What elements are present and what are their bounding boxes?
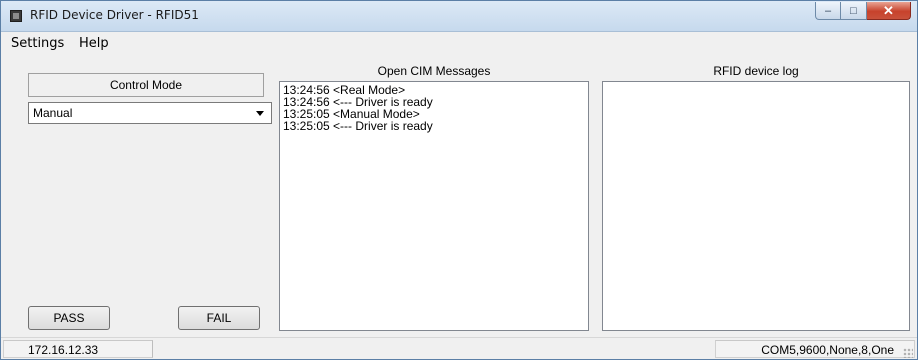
caption-buttons: – □ ✕ xyxy=(815,2,911,22)
cim-messages-list[interactable]: 13:24:56 <Real Mode> 13:24:56 <--- Drive… xyxy=(279,81,589,331)
minimize-button[interactable]: – xyxy=(815,2,841,20)
minimize-icon: – xyxy=(824,4,832,17)
status-bar: 172.16.12.33 COM5,9600,None,8,One xyxy=(1,337,917,359)
maximize-button[interactable]: □ xyxy=(841,2,867,20)
title-bar[interactable]: RFID Device Driver - RFID51 – □ ✕ xyxy=(1,1,917,32)
window-title: RFID Device Driver - RFID51 xyxy=(30,8,199,22)
pass-button[interactable]: PASS xyxy=(28,306,110,330)
app-window: RFID Device Driver - RFID51 – □ ✕ Settin… xyxy=(0,0,918,360)
device-log-title: RFID device log xyxy=(713,64,799,78)
control-mode-select[interactable]: Manual xyxy=(28,102,272,124)
status-port-settings: COM5,9600,None,8,One xyxy=(715,340,915,358)
app-icon[interactable] xyxy=(10,10,22,22)
control-mode-value: Manual xyxy=(33,106,73,120)
cim-messages-lines: 13:24:56 <Real Mode> 13:24:56 <--- Drive… xyxy=(280,82,588,132)
menu-help[interactable]: Help xyxy=(79,36,109,51)
close-icon: ✕ xyxy=(883,2,894,18)
fail-button[interactable]: FAIL xyxy=(178,306,260,330)
menu-settings[interactable]: Settings xyxy=(11,36,64,51)
maximize-icon: □ xyxy=(850,4,857,17)
close-button[interactable]: ✕ xyxy=(867,2,911,20)
chevron-down-icon[interactable] xyxy=(256,111,264,116)
status-ip-address: 172.16.12.33 xyxy=(3,340,153,358)
cim-messages-title: Open CIM Messages xyxy=(377,64,491,78)
menu-bar: Settings Help xyxy=(1,32,917,56)
list-item: 13:25:05 <--- Driver is ready xyxy=(283,119,433,133)
control-mode-label: Control Mode xyxy=(28,73,264,97)
resize-grip-icon[interactable] xyxy=(903,348,913,358)
device-log-list[interactable] xyxy=(602,81,910,331)
